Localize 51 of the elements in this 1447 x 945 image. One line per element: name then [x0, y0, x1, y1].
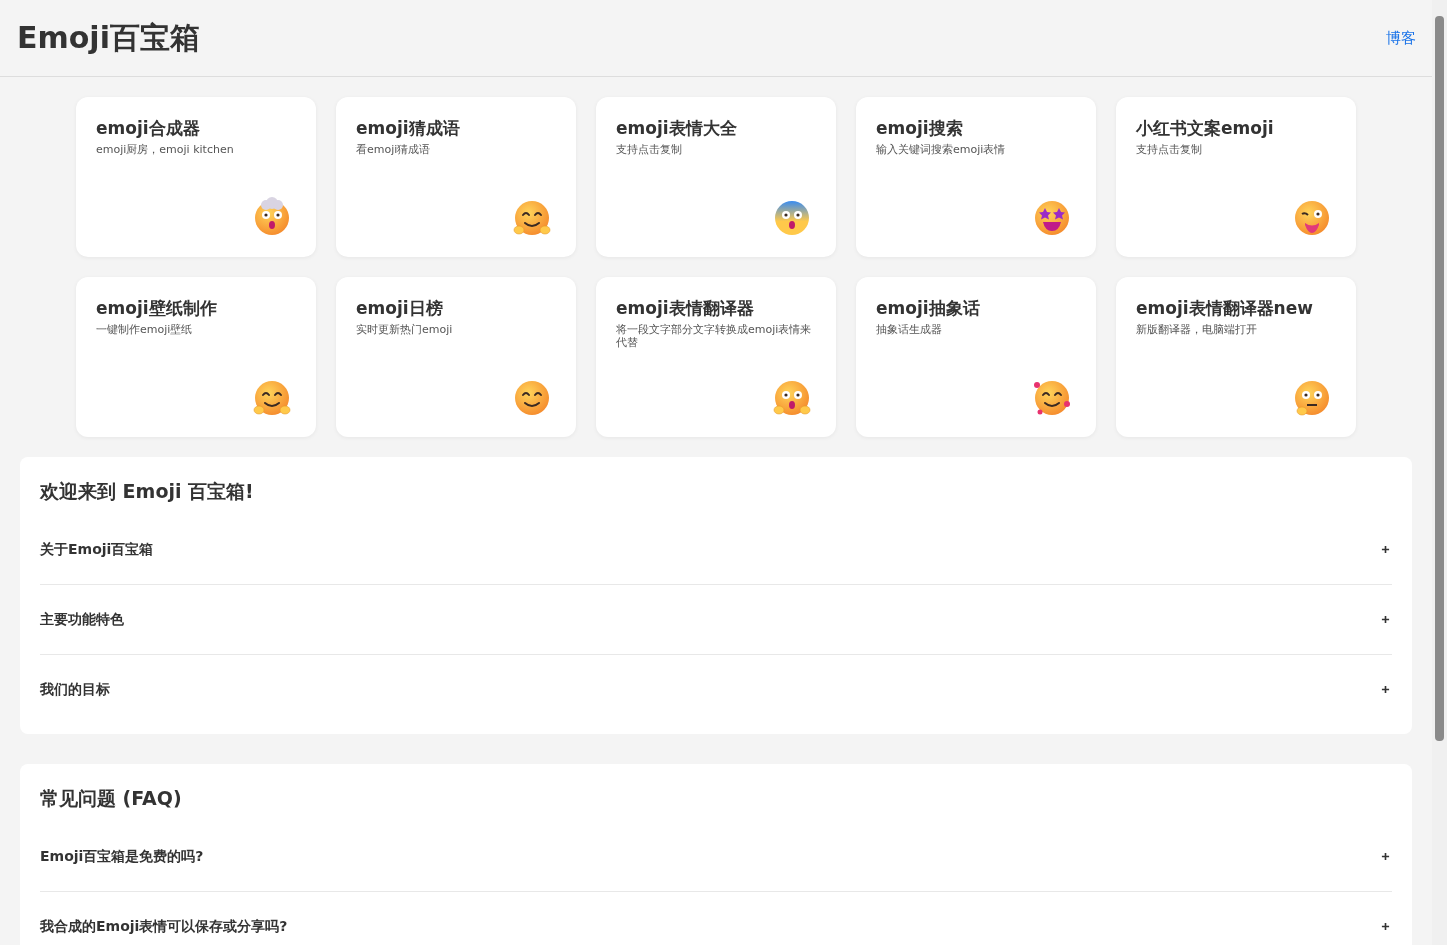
accordion-item[interactable]: 关于Emoji百宝箱: [40, 515, 1392, 585]
tool-card[interactable]: emoji表情大全 支持点击复制: [596, 97, 836, 257]
tool-description: 支持点击复制: [616, 143, 683, 156]
tool-title: 小红书文案emoji: [1136, 117, 1275, 139]
tool-description: 看emoji猜成语: [356, 143, 432, 156]
tool-description: 输入关键词搜索emoji表情: [876, 143, 1007, 156]
section-heading: 欢迎来到 Emoji 百宝箱!: [40, 479, 255, 504]
tool-description: 将一段文字部分文字转换成emoji表情来代替: [616, 323, 813, 349]
tool-card[interactable]: emoji猜成语 看emoji猜成语: [336, 97, 576, 257]
site-title: Emoji百宝箱: [17, 18, 200, 57]
tool-title: emoji抽象话: [876, 297, 981, 319]
accordion-title: 我合成的Emoji表情可以保存或分享吗?: [40, 917, 288, 936]
accordion-title: Emoji百宝箱是免费的吗?: [40, 847, 204, 866]
plus-icon: [1381, 615, 1390, 624]
tool-card[interactable]: emoji抽象话 抽象话生成器: [856, 277, 1096, 437]
tool-description: emoji厨房，emoji kitchen: [96, 143, 235, 156]
accordion-item[interactable]: 主要功能特色: [40, 585, 1392, 655]
tool-card[interactable]: emoji搜索 输入关键词搜索emoji表情: [856, 97, 1096, 257]
accordion-title: 我们的目标: [40, 680, 110, 699]
accordion-item[interactable]: Emoji百宝箱是免费的吗?: [40, 822, 1392, 892]
tool-title: emoji猜成语: [356, 117, 461, 139]
section-heading: 常见问题 (FAQ): [40, 786, 183, 811]
tool-card[interactable]: emoji日榜 实时更新热门emoji: [336, 277, 576, 437]
tool-title: emoji合成器: [96, 117, 201, 139]
plus-icon: [1381, 852, 1390, 861]
exploding-head-icon: [252, 197, 292, 237]
tool-description: 实时更新热门emoji: [356, 323, 454, 336]
tool-description: 支持点击复制: [1136, 143, 1203, 156]
tool-card[interactable]: emoji壁纸制作 一键制作emoji壁纸: [76, 277, 316, 437]
tool-title: emoji日榜: [356, 297, 444, 319]
tool-description: 新版翻译器，电脑端打开: [1136, 323, 1258, 336]
tool-card[interactable]: emoji合成器 emoji厨房，emoji kitchen: [76, 97, 316, 257]
tool-title: emoji壁纸制作: [96, 297, 218, 319]
scrollbar[interactable]: [1432, 0, 1447, 945]
plus-icon: [1381, 685, 1390, 694]
tool-card[interactable]: 小红书文案emoji 支持点击复制: [1116, 97, 1356, 257]
tool-description: 一键制作emoji壁纸: [96, 323, 194, 336]
accordion-item[interactable]: 我合成的Emoji表情可以保存或分享吗?: [40, 892, 1392, 945]
blog-link[interactable]: 博客: [1386, 28, 1416, 48]
tool-card[interactable]: emoji表情翻译器new 新版翻译器，电脑端打开: [1116, 277, 1356, 437]
tool-title: emoji表情大全: [616, 117, 738, 139]
tool-description: 抽象话生成器: [876, 323, 943, 336]
accordion-title: 关于Emoji百宝箱: [40, 540, 154, 559]
tool-title: emoji表情翻译器: [616, 297, 755, 319]
tool-card[interactable]: emoji表情翻译器 将一段文字部分文字转换成emoji表情来代替: [596, 277, 836, 437]
tool-title: emoji表情翻译器new: [1136, 297, 1314, 319]
accordion-item[interactable]: 我们的目标: [40, 655, 1392, 724]
accordion-title: 主要功能特色: [40, 610, 124, 629]
tool-title: emoji搜索: [876, 117, 964, 139]
plus-icon: [1381, 922, 1390, 931]
plus-icon: [1381, 545, 1390, 554]
